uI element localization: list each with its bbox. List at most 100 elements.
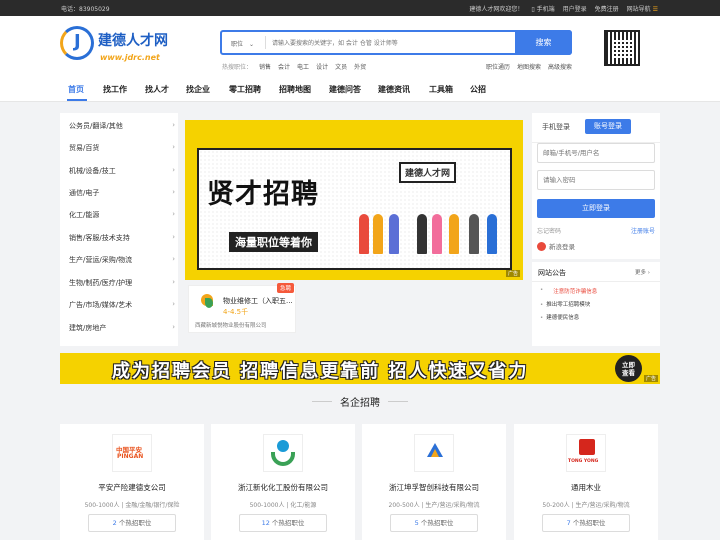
category-item[interactable]: 公务员/翻译/其他 › — [69, 121, 175, 131]
username-field[interactable] — [537, 143, 655, 163]
search-button[interactable]: 搜索 — [515, 30, 572, 55]
nav-item-toolbox[interactable]: 工具箱 — [429, 84, 453, 95]
login-button[interactable]: 立即登录 — [537, 199, 655, 218]
company-meta: 200-500人 | 生产/营运/采购/物流 — [388, 502, 480, 509]
search-divider — [265, 36, 266, 49]
company-name: 浙江新化化工股份有限公司 — [238, 483, 328, 492]
banner-headline: 贤才招聘 — [207, 179, 319, 210]
company-logo: 中国平安 PINGAN — [112, 434, 152, 472]
person-figure-icon — [389, 214, 399, 254]
sitemap-link[interactable]: 网站导航 ☰ — [627, 4, 658, 13]
notice-more-link[interactable]: 更多 › — [635, 268, 650, 276]
person-figure-icon — [432, 214, 442, 254]
banner-tagline: 海量职位等着你 — [229, 232, 318, 252]
hot-jobs-button[interactable]: 7 个热招职位 — [542, 514, 630, 532]
company-logo: TONG YONG — [566, 434, 606, 472]
nav-item-map[interactable]: 招聘地图 — [279, 84, 311, 95]
category-item[interactable]: 机械/设备/技工 › — [69, 166, 175, 176]
register-account-link[interactable]: 注册账号 — [631, 226, 655, 235]
hot-jobs-button[interactable]: 5 个热招职位 — [390, 514, 478, 532]
person-figure-icon — [373, 214, 383, 254]
nav-item-public-recruit[interactable]: 公招 — [470, 84, 486, 95]
hot-jobs-button[interactable]: 12 个热招职位 — [239, 514, 327, 532]
person-figure-icon — [449, 214, 459, 254]
category-item[interactable]: 生物/制药/医疗/护理 › — [69, 278, 175, 288]
membership-promo-banner[interactable]: 成为招聘会员 招聘信息更靠前 招人快速又省力 立即 查看 广告 — [60, 353, 660, 384]
hot-keyword[interactable]: 外贸 — [354, 62, 366, 71]
hot-keyword[interactable]: 电工 — [297, 62, 309, 71]
sitemap-label: 网站导航 — [626, 6, 651, 13]
company-logo — [414, 434, 454, 472]
company-card[interactable]: 浙江新化化工股份有限公司 500-1000人 | 化工/能源 12 个热招职位 — [211, 424, 355, 540]
notice-item[interactable]: 推出零工招聘模块 — [540, 300, 590, 308]
hot-keywords: 热搜职位： 销售 会计 电工 设计 文员 外贸 — [222, 62, 366, 71]
company-meta: 500-1000人 | 化工/能源 — [249, 502, 317, 509]
nav-item-find-talent[interactable]: 找人才 — [145, 84, 169, 95]
search-category-select[interactable]: 职位 ⌄ — [231, 39, 254, 48]
nav-item-gig[interactable]: 零工招聘 — [229, 84, 261, 95]
chevron-right-icon: › — [172, 255, 175, 263]
hot-keyword[interactable]: 会计 — [278, 62, 290, 71]
hot-keyword[interactable]: 文员 — [335, 62, 347, 71]
hot-keyword[interactable]: 设计 — [316, 62, 328, 71]
search-input[interactable] — [272, 36, 512, 50]
menu-icon: ☰ — [652, 6, 658, 13]
company-name: 浙江坤孚智创科技有限公司 — [389, 483, 479, 492]
promo-cta[interactable]: 立即 查看 — [615, 355, 642, 382]
chevron-right-icon: › — [172, 188, 175, 196]
category-menu: 公务员/翻译/其他 › 贸易/百货 › 机械/设备/技工 › 通信/电子 › 化工/能源… — [60, 113, 178, 346]
notice-item[interactable]: 建德便民信息 — [540, 313, 579, 321]
person-figure-icon — [359, 214, 369, 254]
job-title: 物业维修工（入职五... — [223, 297, 293, 305]
company-logo-icon — [579, 439, 595, 455]
category-item[interactable]: 化工/能源 › — [69, 210, 175, 220]
hot-keywords-label: 热搜职位： — [222, 64, 253, 71]
search-link[interactable]: 高级搜索 — [548, 62, 572, 71]
password-field[interactable] — [537, 170, 655, 190]
category-item[interactable]: 广告/市场/媒体/艺术 › — [69, 300, 175, 310]
company-name: 通用木业 — [571, 483, 601, 492]
category-item[interactable]: 贸易/百货 › — [69, 143, 175, 153]
nav-item-find-job[interactable]: 找工作 — [103, 84, 127, 95]
banner-panel: 贤才招聘 海量职位等着你 建德人才网 — [197, 148, 512, 270]
site-logo[interactable]: J 建德人才网 www.jdrc.net — [60, 26, 170, 66]
hot-keyword[interactable]: 销售 — [259, 62, 271, 71]
chevron-right-icon: › — [172, 166, 175, 174]
chevron-right-icon: › — [172, 278, 175, 286]
category-item[interactable]: 建筑/房地产 › — [69, 323, 175, 333]
chevron-right-icon: › — [172, 143, 175, 151]
nav-item-qa[interactable]: 建德问答 — [329, 84, 361, 95]
company-card[interactable]: 中国平安 PINGAN 平安产险建德支公司 500-1000人 | 金融/金融/… — [60, 424, 204, 540]
logo-mark-icon: J — [60, 26, 94, 60]
user-login-link[interactable]: 用户登录 — [563, 4, 587, 13]
hero-banner[interactable]: 贤才招聘 海量职位等着你 建德人才网 广告 — [185, 120, 523, 280]
person-figure-icon — [487, 214, 497, 254]
company-card[interactable]: TONG YONG 通用木业 50-200人 | 生产/营运/采购/物流 7 个热… — [514, 424, 658, 540]
category-item[interactable]: 通信/电子 › — [69, 188, 175, 198]
qr-code-icon — [604, 30, 640, 66]
register-link[interactable]: 免费注册 — [595, 4, 619, 13]
chevron-right-icon: › — [172, 210, 175, 218]
banner-sign: 建德人才网 — [399, 162, 457, 183]
weibo-login[interactable]: 新浪登录 — [537, 241, 575, 251]
search-link[interactable]: 职位通历 — [486, 62, 510, 71]
forgot-password-link[interactable]: 忘记密码 — [537, 226, 561, 235]
hot-jobs-button[interactable]: 2 个热招职位 — [88, 514, 176, 532]
chevron-right-icon: › — [172, 233, 175, 241]
mobile-link[interactable]: ▯ 手机端 — [531, 4, 554, 13]
nav-item-find-company[interactable]: 找企业 — [186, 84, 210, 95]
category-item[interactable]: 销售/客服/技术支持 › — [69, 233, 175, 243]
search-link[interactable]: 地图搜索 — [517, 62, 541, 71]
promo-text: 成为招聘会员 招聘信息更靠前 招人快速又省力 — [112, 361, 529, 382]
top-bar: 电话：83905029 建德人才网欢迎您！ ▯ 手机端 用户登录 免费注册 网站… — [0, 0, 720, 16]
main-nav: 首页 找工作 找人才 找企业 零工招聘 招聘地图 建德问答 建德资讯 工具箱 公… — [0, 76, 720, 102]
company-card[interactable]: 浙江坤孚智创科技有限公司 200-500人 | 生产/营运/采购/物流 5 个热招… — [362, 424, 506, 540]
welcome-text: 建德人才网欢迎您！ — [469, 6, 524, 13]
nav-item-home[interactable]: 首页 — [68, 84, 84, 95]
notice-item[interactable]: 注意防范诈骗信息 — [540, 287, 597, 295]
weibo-icon — [537, 241, 546, 251]
login-panel: 手机登录 账号登录 立即登录 忘记密码 注册账号 新浪登录 — [532, 113, 660, 259]
nav-item-news[interactable]: 建德资讯 — [378, 84, 410, 95]
ad-label: 广告 — [505, 270, 520, 277]
category-item[interactable]: 生产/营运/采购/物流 › — [69, 255, 175, 265]
